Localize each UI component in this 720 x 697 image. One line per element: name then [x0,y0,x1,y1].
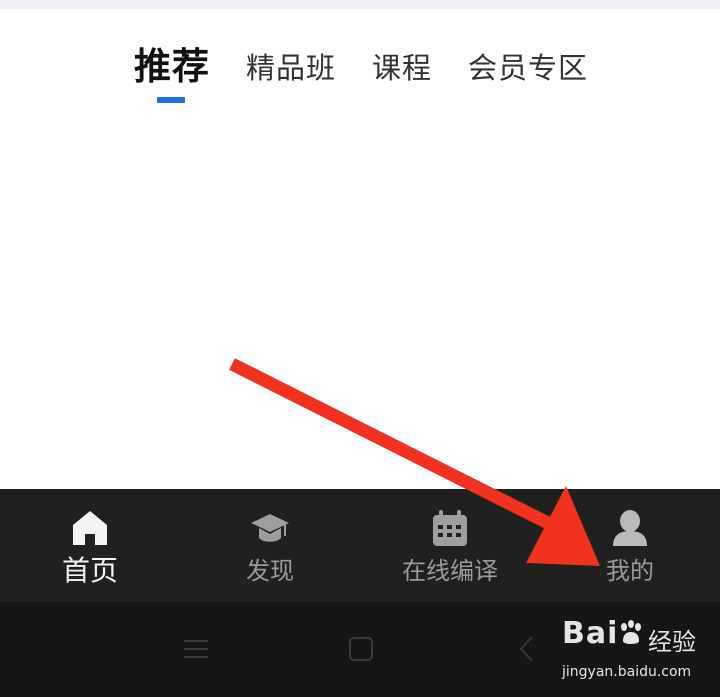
nav-label-online-compile: 在线编译 [402,557,498,585]
nav-item-online-compile[interactable]: 在线编译 [360,489,540,602]
watermark-brand: Bai [562,616,619,651]
baidu-jingyan-watermark: Bai 经验 jingyan.baidu.com [556,612,706,692]
menu-icon[interactable] [181,634,211,664]
nav-item-discover[interactable]: 发现 [180,489,360,602]
tab-courses[interactable]: 课程 [372,44,432,92]
nav-item-home[interactable]: 首页 [0,489,180,602]
bottom-navigation-bar: 首页 发现 在线编译 我的 [0,489,720,602]
user-icon [613,510,647,546]
nav-label-discover: 发现 [246,557,294,585]
top-tab-bar: 推荐 精品班 课程 会员专区 [0,40,720,110]
tab-premium-class[interactable]: 精品班 [246,44,336,92]
calendar-icon [433,510,467,546]
home-icon [73,511,107,545]
watermark-brand-cn: 经验 [648,628,696,656]
home-square-icon[interactable] [346,634,376,664]
watermark-url: jingyan.baidu.com [562,664,692,680]
paw-logo-icon [621,620,641,644]
tab-recommend[interactable]: 推荐 [134,40,210,94]
nav-label-mine: 我的 [606,557,654,585]
active-tab-indicator [157,97,185,103]
tab-member-zone[interactable]: 会员专区 [468,44,588,92]
nav-item-mine[interactable]: 我的 [540,489,720,602]
back-icon[interactable] [513,634,543,664]
status-bar-strip [0,0,720,9]
nav-label-home: 首页 [61,554,118,587]
graduation-cap-icon [251,514,289,542]
